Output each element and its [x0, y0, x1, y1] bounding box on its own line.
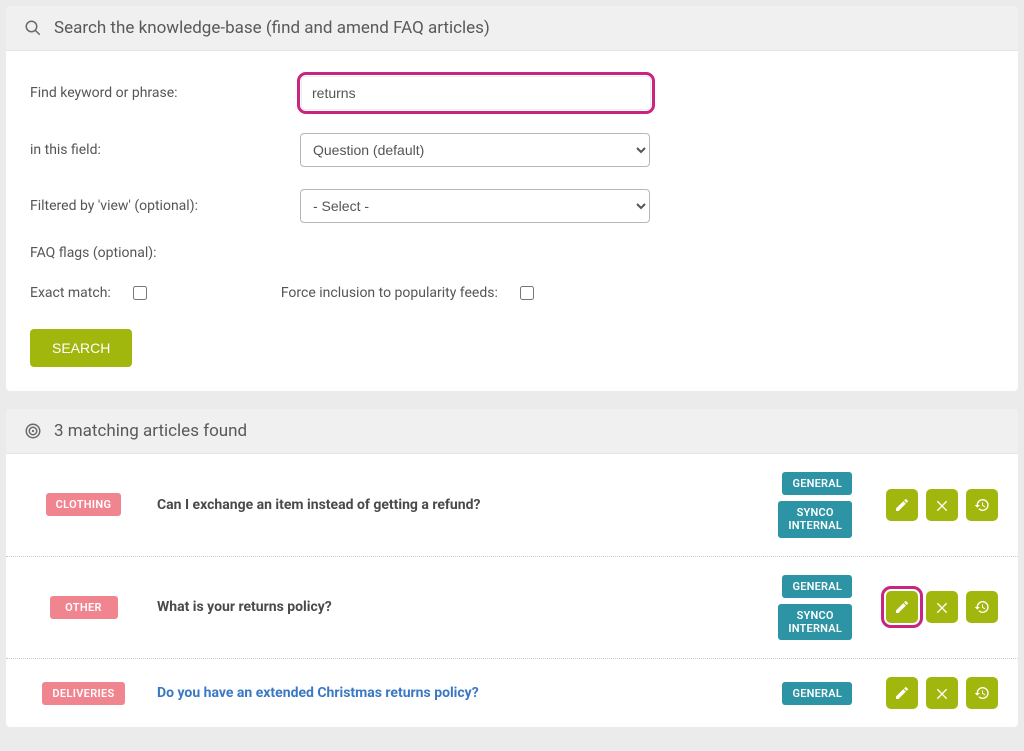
- result-badges: GENERAL SYNCOINTERNAL: [778, 472, 852, 538]
- field-select[interactable]: Question (default): [300, 133, 650, 167]
- label-flags: FAQ flags (optional):: [30, 245, 300, 261]
- delete-button[interactable]: [926, 591, 958, 623]
- label-force: Force inclusion to popularity feeds:: [281, 285, 498, 301]
- search-panel-title: Search the knowledge-base (find and amen…: [54, 18, 490, 38]
- results-list: CLOTHING Can I exchange an item instead o…: [6, 454, 1018, 727]
- exact-match-checkbox[interactable]: [133, 286, 147, 300]
- label-field: in this field:: [30, 142, 300, 158]
- result-row: DELIVERIES Do you have an extended Christ…: [6, 659, 1018, 727]
- results-panel-title: 3 matching articles found: [54, 421, 247, 441]
- search-button[interactable]: SEARCH: [30, 329, 132, 367]
- row-view: Filtered by 'view' (optional): - Select …: [30, 189, 994, 223]
- row-keyword: Find keyword or phrase:: [30, 75, 994, 111]
- category-col: DELIVERIES: [26, 682, 141, 705]
- history-icon: [974, 497, 990, 513]
- search-panel: Search the knowledge-base (find and amen…: [6, 6, 1018, 391]
- force-inclusion-group: Force inclusion to popularity feeds:: [281, 283, 537, 303]
- result-question[interactable]: Do you have an extended Christmas return…: [157, 685, 766, 701]
- target-icon: [24, 422, 42, 440]
- edit-icon: [894, 497, 910, 513]
- exact-match-group: Exact match:: [30, 283, 150, 303]
- delete-button[interactable]: [926, 677, 958, 709]
- result-row: OTHER What is your returns policy? GENERAL…: [6, 557, 1018, 660]
- edit-button[interactable]: [886, 677, 918, 709]
- edit-icon: [894, 685, 910, 701]
- search-panel-header: Search the knowledge-base (find and amen…: [6, 6, 1018, 51]
- keyword-highlight: [300, 75, 652, 111]
- history-button[interactable]: [966, 677, 998, 709]
- edit-button[interactable]: [886, 591, 918, 623]
- result-row: CLOTHING Can I exchange an item instead o…: [6, 454, 1018, 557]
- result-actions: [868, 591, 998, 623]
- force-inclusion-checkbox[interactable]: [520, 286, 534, 300]
- category-tag: OTHER: [50, 596, 118, 619]
- category-tag: DELIVERIES: [42, 682, 124, 705]
- delete-icon: [934, 497, 950, 513]
- category-tag: CLOTHING: [46, 493, 122, 516]
- result-badges: GENERAL SYNCOINTERNAL: [778, 575, 852, 641]
- view-badge: GENERAL: [782, 575, 852, 598]
- search-icon: [24, 19, 42, 37]
- view-badge: GENERAL: [782, 682, 852, 705]
- view-select[interactable]: - Select -: [300, 189, 650, 223]
- category-col: OTHER: [26, 596, 141, 619]
- view-badge: SYNCOINTERNAL: [778, 501, 852, 537]
- results-panel: 3 matching articles found CLOTHING Can I …: [6, 409, 1018, 727]
- row-flags: FAQ flags (optional):: [30, 245, 994, 261]
- edit-button[interactable]: [886, 489, 918, 521]
- history-button[interactable]: [966, 591, 998, 623]
- search-form: Find keyword or phrase: in this field: Q…: [6, 51, 1018, 391]
- label-exact: Exact match:: [30, 285, 111, 301]
- delete-icon: [934, 599, 950, 615]
- category-col: CLOTHING: [26, 493, 141, 516]
- row-checks: Exact match: Force inclusion to populari…: [30, 283, 994, 303]
- edit-icon: [894, 599, 910, 615]
- view-badge: GENERAL: [782, 472, 852, 495]
- label-view: Filtered by 'view' (optional):: [30, 198, 300, 214]
- history-button[interactable]: [966, 489, 998, 521]
- keyword-input[interactable]: [301, 76, 651, 110]
- results-panel-header: 3 matching articles found: [6, 409, 1018, 454]
- result-actions: [868, 677, 998, 709]
- view-badge: SYNCOINTERNAL: [778, 604, 852, 640]
- result-question: What is your returns policy?: [157, 599, 762, 615]
- row-field: in this field: Question (default): [30, 133, 994, 167]
- delete-icon: [934, 685, 950, 701]
- delete-button[interactable]: [926, 489, 958, 521]
- result-badges: GENERAL: [782, 682, 852, 705]
- label-keyword: Find keyword or phrase:: [30, 85, 300, 101]
- history-icon: [974, 599, 990, 615]
- result-question: Can I exchange an item instead of gettin…: [157, 497, 762, 513]
- history-icon: [974, 685, 990, 701]
- result-actions: [868, 489, 998, 521]
